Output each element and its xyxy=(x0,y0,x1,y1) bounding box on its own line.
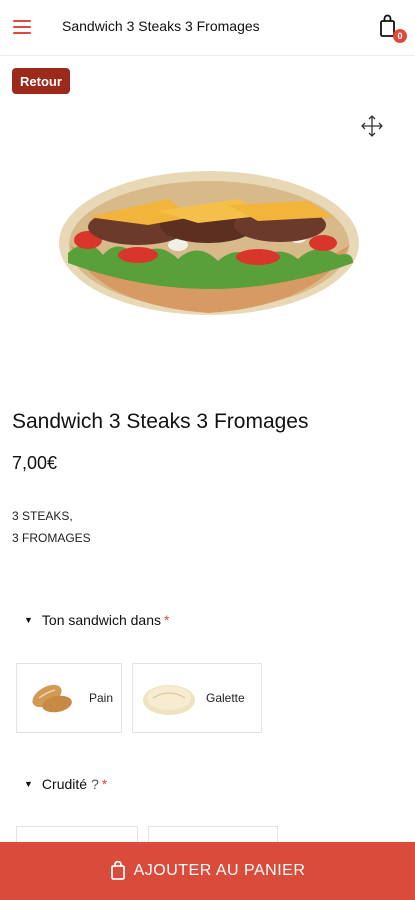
back-button[interactable]: Retour xyxy=(12,68,70,94)
caret-down-icon: ▼ xyxy=(24,615,33,625)
description-line: 3 FROMAGES xyxy=(12,531,91,545)
option-label: Pain xyxy=(89,691,114,705)
option-label: Galette xyxy=(206,691,245,705)
option-galette[interactable]: Galette xyxy=(132,663,262,733)
top-bar: Sandwich 3 Steaks 3 Fromages 0 xyxy=(0,0,415,56)
product-description: 3 STEAKS, 3 FROMAGES xyxy=(12,505,91,549)
add-to-cart-button[interactable]: AJOUTER AU PANIER xyxy=(0,842,415,900)
description-line: 3 STEAKS, xyxy=(12,509,73,523)
section-sandwich-type[interactable]: ▼ Ton sandwich dans * xyxy=(24,612,169,628)
galette-icon xyxy=(143,685,195,715)
section-crudite[interactable]: ▼ Crudité ? * xyxy=(24,776,107,792)
baguette-icon xyxy=(32,684,72,713)
caret-down-icon: ▼ xyxy=(24,779,33,789)
hamburger-menu-icon[interactable] xyxy=(13,20,31,36)
required-mark: * xyxy=(164,612,170,628)
product-price: 7,00€ xyxy=(12,453,58,473)
move-arrows-icon[interactable] xyxy=(360,114,384,138)
required-mark: * xyxy=(101,776,108,792)
option-pain[interactable]: Pain xyxy=(16,663,122,733)
shopping-bag-icon xyxy=(110,861,125,880)
section-label: Crudité xyxy=(41,776,88,792)
header-title: Sandwich 3 Steaks 3 Fromages xyxy=(62,18,260,34)
add-to-cart-label: AJOUTER AU PANIER xyxy=(133,862,306,879)
cart-button[interactable]: 0 xyxy=(378,14,407,44)
section-label: Ton sandwich dans xyxy=(41,612,161,628)
product-image xyxy=(59,171,359,315)
question-mark: ? xyxy=(91,776,99,792)
product-title: Sandwich 3 Steaks 3 Fromages xyxy=(12,410,309,433)
cart-count-badge: 0 xyxy=(393,29,407,43)
